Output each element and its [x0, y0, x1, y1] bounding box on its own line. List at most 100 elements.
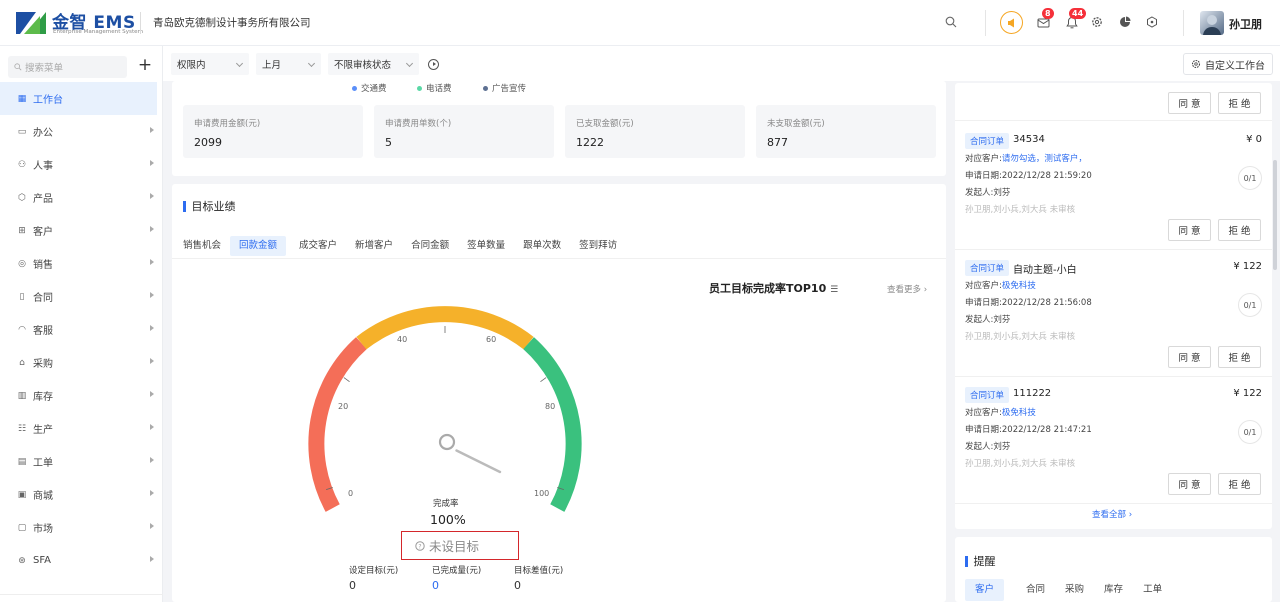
message-icon[interactable]: 8 [1034, 8, 1054, 31]
sidebar-item-workbench[interactable]: ▦ 工作台 [0, 82, 157, 115]
view-more-link[interactable]: 查看更多 › [887, 283, 927, 295]
tab-sales-opportunity[interactable]: 销售机会 [183, 236, 230, 256]
chevron-right-icon [150, 160, 154, 166]
tab-new-customers[interactable]: 新增客户 [346, 236, 402, 256]
legend-item[interactable]: 交通费 [352, 82, 387, 94]
sales-icon: ◎ [18, 258, 26, 269]
agree-button[interactable]: 同 意 [1168, 473, 1211, 495]
pie-chart-icon[interactable] [1116, 13, 1134, 31]
view-more-label: 查看更多 [887, 285, 922, 295]
sort-icon[interactable]: ☰ [830, 285, 838, 295]
completed-value[interactable]: 0 [432, 579, 439, 592]
tab-closed-customers[interactable]: 成交客户 [290, 236, 346, 256]
sidebar-item-label: 工单 [33, 458, 53, 469]
agree-button[interactable]: 同 意 [1168, 219, 1211, 241]
stat-label: 已支取金额(元) [576, 119, 634, 129]
shield-icon[interactable] [1143, 13, 1161, 31]
reminder-tabs: 客户 合同 采购 库存 工单 [965, 579, 1172, 601]
sidebar: 搜索菜单 + ▦ 工作台 ▭ 办公 ⚇ 人事 ⬡ 产品 ⊞ 客户 ◎ 销售 ▯ 合同 ◠ 客服 … [0, 46, 163, 602]
date-value: 2022/12/28 21:56:08 [1001, 298, 1092, 308]
completion-label: 完成率 [433, 499, 459, 509]
gauge-tick-label: 60 [486, 335, 497, 344]
legend-item[interactable]: 电话费 [417, 82, 452, 94]
gauge-tick-label: 20 [338, 402, 349, 411]
sidebar-item-label: 销售 [33, 260, 53, 271]
target-tabs: 销售机会 回款金额 成交客户 新增客户 合同金额 签单数量 跟单次数 签到拜访 [183, 236, 626, 256]
announcement-icon[interactable] [1000, 11, 1023, 34]
user-name[interactable]: 孙卫朋 [1229, 16, 1262, 32]
add-menu-button[interactable]: + [136, 55, 154, 77]
customer-icon: ⊞ [18, 225, 26, 236]
tab-customer[interactable]: 客户 [965, 579, 1005, 601]
list-item[interactable]: 合同订单 111222 ¥ 122 对应客户:极免科技 申请日期:2022/12… [955, 377, 1272, 504]
sidebar-item-label: 工作台 [33, 95, 63, 106]
list-item[interactable]: 合同订单 自动主题-小白 ¥ 122 对应客户:极免科技 申请日期:2022/1… [955, 250, 1272, 377]
sidebar-item-inventory[interactable]: ▥ 库存 [0, 379, 163, 412]
reviewers-line: 孙卫朋,刘小兵,刘大兵 未审核 [965, 332, 1076, 342]
view-all-link[interactable]: 查看全部 › [1092, 508, 1132, 520]
avatar[interactable] [1200, 11, 1224, 35]
sidebar-item-office[interactable]: ▭ 办公 [0, 115, 163, 148]
reject-button[interactable]: 拒 绝 [1218, 346, 1261, 368]
sidebar-item-label: 商城 [33, 491, 53, 502]
initiator-label: 发起人: [965, 315, 994, 325]
tab-purchase[interactable]: 采购 [1055, 579, 1094, 601]
search-icon[interactable] [942, 13, 960, 31]
tab-contract[interactable]: 合同 [1016, 579, 1055, 601]
agree-button[interactable]: 同 意 [1168, 92, 1211, 114]
gear-icon [1191, 59, 1201, 69]
sidebar-item-purchase[interactable]: ⌂ 采购 [0, 346, 163, 379]
stat-card: 申请费用单数(个) 5 [374, 105, 554, 158]
reject-button[interactable]: 拒 绝 [1218, 219, 1261, 241]
scope-select[interactable]: 权限内 [171, 53, 249, 75]
tab-checkin-visits[interactable]: 签到拜访 [570, 236, 626, 256]
section-title: 目标业绩 [183, 198, 236, 214]
tab-contract-amount[interactable]: 合同金额 [402, 236, 458, 256]
bell-icon[interactable]: 44 [1063, 8, 1087, 31]
customer-link[interactable]: 请勿勾选，测试客户， [1002, 154, 1087, 164]
legend-item[interactable]: 广告宣传 [483, 82, 526, 94]
tab-signed-count[interactable]: 签单数量 [458, 236, 514, 256]
customer-link[interactable]: 极免科技 [1002, 281, 1036, 291]
sidebar-item-hr[interactable]: ⚇ 人事 [0, 148, 163, 181]
gear-icon[interactable] [1088, 13, 1106, 31]
sidebar-item-shop[interactable]: ▣ 商城 [0, 478, 163, 511]
tab-payment-amount[interactable]: 回款金额 [230, 236, 287, 256]
agree-button[interactable]: 同 意 [1168, 346, 1211, 368]
sidebar-item-label: 采购 [33, 359, 53, 370]
play-icon[interactable] [428, 59, 439, 70]
logo-icon [16, 12, 46, 34]
sidebar-item-sfa[interactable]: ⊛ SFA [0, 544, 163, 577]
tab-ticket[interactable]: 工单 [1133, 579, 1172, 601]
question-icon: ? [415, 540, 425, 551]
scrollbar[interactable] [1273, 160, 1277, 270]
reject-button[interactable]: 拒 绝 [1218, 92, 1261, 114]
sidebar-item-market[interactable]: ▢ 市场 [0, 511, 163, 544]
customer-link[interactable]: 极免科技 [1002, 408, 1036, 418]
sidebar-item-ticket[interactable]: ▤ 工单 [0, 445, 163, 478]
tab-inventory[interactable]: 库存 [1094, 579, 1133, 601]
not-set-target-button[interactable]: ? 未设目标 [401, 531, 519, 560]
approval-ratio: 0/1 [1238, 166, 1262, 190]
audit-select[interactable]: 不限审核状态 [328, 53, 419, 75]
legend-dot [417, 85, 422, 91]
sidebar-item-product[interactable]: ⬡ 产品 [0, 181, 163, 214]
sidebar-item-production[interactable]: ☷ 生产 [0, 412, 163, 445]
tab-follow-count[interactable]: 跟单次数 [514, 236, 570, 256]
sidebar-item-label: 人事 [33, 161, 53, 172]
order-name: 34534 [1013, 134, 1045, 145]
gauge-tick-label: 80 [545, 402, 556, 411]
initiator-line: 发起人:刘芬 [965, 186, 1010, 198]
gauge-tick-label: 100 [534, 489, 550, 498]
sidebar-item-customer[interactable]: ⊞ 客户 [0, 214, 163, 247]
list-item[interactable]: 合同订单 34534 ¥ 0 对应客户:请勿勾选，测试客户， 申请日期:2022… [955, 123, 1272, 250]
period-select[interactable]: 上月 [256, 53, 321, 75]
reject-button[interactable]: 拒 绝 [1218, 473, 1261, 495]
divider [140, 12, 141, 34]
sidebar-item-service[interactable]: ◠ 客服 [0, 313, 163, 346]
custom-workbench-button[interactable]: 自定义工作台 [1183, 53, 1273, 75]
sidebar-item-sales[interactable]: ◎ 销售 [0, 247, 163, 280]
divider [1183, 10, 1184, 36]
sidebar-item-contract[interactable]: ▯ 合同 [0, 280, 163, 313]
menu-search-input[interactable]: 搜索菜单 [8, 56, 127, 78]
